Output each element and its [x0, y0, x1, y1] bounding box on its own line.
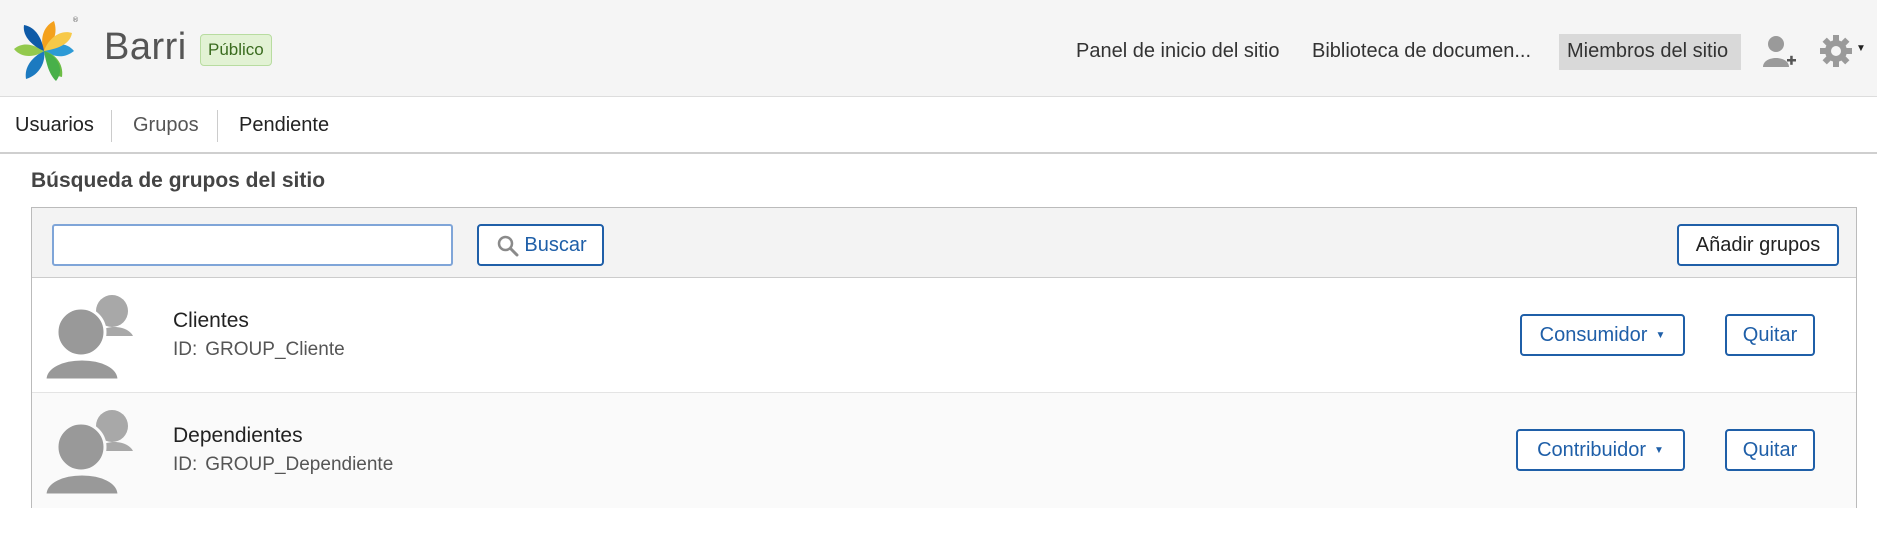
group-id: ID: GROUP_Dependiente	[173, 454, 393, 476]
invite-user-icon[interactable]	[1762, 33, 1796, 69]
tab-users[interactable]: Usuarios	[15, 114, 94, 137]
site-header: ® Barri Público Panel de inicio del siti…	[0, 0, 1877, 97]
search-button[interactable]: Buscar	[477, 224, 604, 266]
tab-pending[interactable]: Pendiente	[239, 114, 329, 137]
group-id-value: GROUP_Dependiente	[205, 454, 394, 475]
role-dropdown[interactable]: Consumidor ▼	[1520, 314, 1685, 356]
search-button-label: Buscar	[524, 234, 587, 256]
remove-button[interactable]: Quitar	[1725, 429, 1815, 471]
group-name: Dependientes	[173, 424, 303, 447]
page-title: Búsqueda de grupos del sitio	[31, 169, 326, 192]
search-input[interactable]	[52, 224, 453, 266]
tab-divider	[111, 110, 112, 142]
svg-text:®: ®	[72, 16, 79, 24]
gear-menu-caret-icon[interactable]: ▼	[1856, 43, 1866, 54]
list-item: Clientes ID: GROUP_Cliente Consumidor ▼ Qu…	[32, 278, 1856, 393]
group-avatar-icon	[45, 295, 133, 380]
group-id-label: ID:	[173, 454, 198, 475]
nav-site-members[interactable]: Miembros del sitio	[1559, 34, 1741, 70]
nav-document-library[interactable]: Biblioteca de documen...	[1304, 34, 1539, 70]
search-icon	[497, 235, 519, 257]
search-toolbar: Buscar Añadir grupos	[32, 208, 1856, 278]
group-avatar-icon	[45, 410, 133, 495]
role-dropdown-label: Contribuidor	[1537, 439, 1647, 461]
role-dropdown[interactable]: Contribuidor ▼	[1516, 429, 1685, 471]
nav-dashboard[interactable]: Panel de inicio del sitio	[1068, 34, 1287, 70]
gear-icon[interactable]	[1819, 33, 1853, 69]
group-id: ID: GROUP_Cliente	[173, 339, 345, 361]
group-id-value: GROUP_Cliente	[205, 339, 345, 360]
chevron-down-icon: ▼	[1654, 444, 1664, 456]
alfresco-logo-icon[interactable]: ®	[8, 13, 80, 85]
chevron-down-icon: ▼	[1655, 329, 1666, 341]
list-item: Dependientes ID: GROUP_Dependiente Contri…	[32, 393, 1856, 508]
remove-button[interactable]: Quitar	[1725, 314, 1815, 356]
site-title: Barri	[104, 26, 187, 68]
tab-groups[interactable]: Grupos	[133, 114, 199, 137]
group-name: Clientes	[173, 309, 249, 332]
members-subnav: Usuarios Grupos Pendiente	[0, 98, 1877, 154]
add-groups-button[interactable]: Añadir grupos	[1677, 224, 1839, 266]
visibility-badge: Público	[200, 34, 272, 66]
role-dropdown-label: Consumidor	[1539, 324, 1648, 346]
tab-divider	[217, 110, 218, 142]
group-id-label: ID:	[173, 339, 198, 360]
groups-panel: Buscar Añadir grupos Clientes ID: GROUP_C…	[31, 207, 1857, 508]
